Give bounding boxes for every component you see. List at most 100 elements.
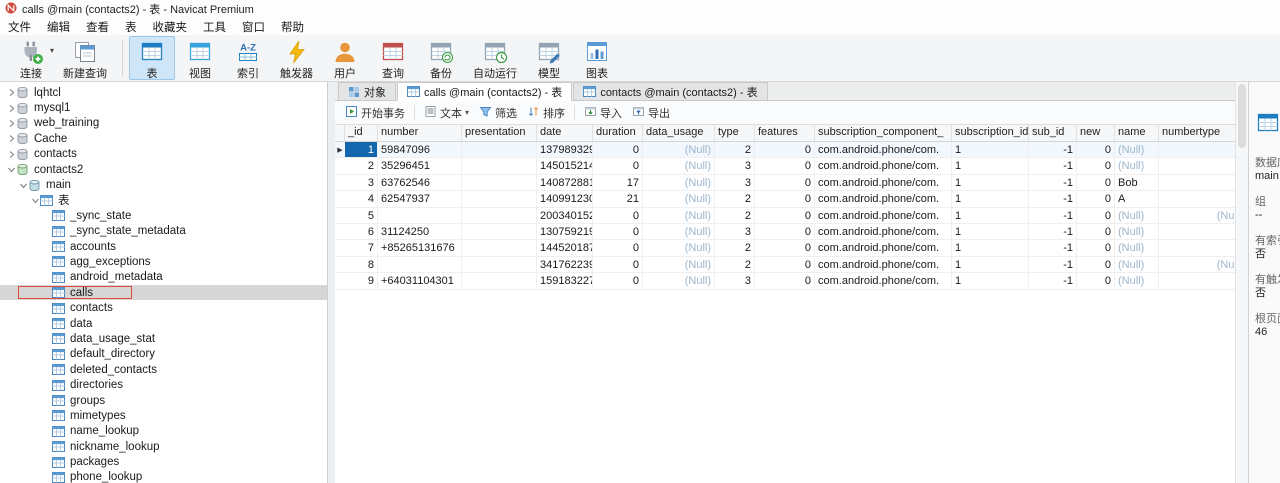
cell-name[interactable]: (Null) [1115,223,1159,240]
table-row[interactable]: 5 200340152 0 (Null) 2 0 com.android.phone/com… [335,207,1235,224]
cell-features[interactable]: 0 [755,158,815,174]
column-header-presentation[interactable]: presentation [462,125,537,141]
cell-type[interactable]: 2 [715,207,755,223]
cell-numbertype[interactable] [1159,142,1235,157]
cell-presentation[interactable] [462,191,537,207]
cell-sub_id[interactable]: -1 [1029,256,1077,273]
tree-item-main[interactable]: main [0,177,327,192]
cell-type[interactable]: 2 [715,142,755,158]
cell-new[interactable]: 0 [1077,256,1115,273]
toolbar-index-button[interactable]: A-Z 索引 [225,36,271,81]
row-selector-cell[interactable] [335,273,345,288]
tree-item-phone_lookup[interactable]: phone_lookup [0,470,327,483]
cell-_id[interactable]: 1 [345,142,378,158]
tree-item-_sync_state_metadata[interactable]: _sync_state_metadata [0,224,327,239]
cell-features[interactable]: 0 [755,142,815,158]
chevron-down-icon[interactable] [6,165,16,174]
tree-item-groups[interactable]: groups [0,393,327,408]
cell-new[interactable]: 0 [1077,240,1115,256]
cell-subscription_id[interactable]: 1 [952,174,1029,191]
chevron-right-icon[interactable] [6,134,16,143]
column-header-date[interactable]: date [537,125,593,141]
column-header-_id[interactable]: _id [345,125,378,141]
column-header-subscription_component_[interactable]: subscription_component_ [815,125,952,141]
cell-new[interactable]: 0 [1077,158,1115,174]
cell-numbertype[interactable] [1159,273,1235,288]
cell-number[interactable] [378,207,462,223]
tree-item-lqhtcl[interactable]: lqhtcl [0,85,327,100]
cell-number[interactable]: 35296451 [378,158,462,174]
cell-date[interactable]: 130759219 [537,223,593,240]
cell-subscription_id[interactable]: 1 [952,207,1029,223]
cell-data_usage[interactable]: (Null) [643,273,715,289]
cell-features[interactable]: 0 [755,256,815,273]
cell-presentation[interactable] [462,207,537,223]
cell-_id[interactable]: 8 [345,256,378,273]
cell-new[interactable]: 0 [1077,273,1115,289]
chevron-right-icon[interactable] [6,88,16,97]
cell-_id[interactable]: 6 [345,223,378,240]
row-selector-cell[interactable] [335,175,345,190]
cell-duration[interactable]: 0 [593,158,643,174]
cell-new[interactable]: 0 [1077,207,1115,223]
column-header-numbertype[interactable]: numbertype [1159,125,1235,141]
cell-features[interactable]: 0 [755,207,815,223]
menu-view[interactable]: 查看 [78,18,117,36]
cell-subscription_id[interactable]: 1 [952,191,1029,207]
toolbar-automation-button[interactable]: 自动运行 [466,36,524,80]
table-row[interactable]: 9 +64031104301 159183227 0 (Null) 3 0 com.andro… [335,273,1235,290]
cell-data_usage[interactable]: (Null) [643,240,715,256]
cell-sub_id[interactable]: -1 [1029,223,1077,240]
cell-sub_id[interactable]: -1 [1029,240,1077,256]
cell-subscription_id[interactable]: 1 [952,240,1029,256]
row-selector-cell[interactable] [335,191,345,206]
column-header-features[interactable]: features [755,125,815,141]
tree-item-directories[interactable]: directories [0,377,327,392]
toolbar-chart-button[interactable]: 图表 [574,36,620,80]
tree-item-default_directory[interactable]: default_directory [0,347,327,362]
grid-vertical-scrollbar[interactable] [1235,82,1248,483]
tree-item-mysql1[interactable]: mysql1 [0,100,327,115]
cell-data_usage[interactable]: (Null) [643,191,715,207]
row-selector-cell[interactable] [335,257,345,272]
table-row[interactable]: 8 341762239 0 (Null) 2 0 com.android.phone/com… [335,256,1235,274]
cell-features[interactable]: 0 [755,174,815,191]
menu-table[interactable]: 表 [117,18,145,36]
cell-data_usage[interactable]: (Null) [643,142,715,158]
cell-subscription_component_[interactable]: com.android.phone/com. [815,240,952,256]
menu-edit[interactable]: 编辑 [39,18,78,36]
cell-data_usage[interactable]: (Null) [643,223,715,240]
cell-subscription_id[interactable]: 1 [952,142,1029,158]
cell-_id[interactable]: 3 [345,174,378,191]
row-selector-cell[interactable] [335,240,345,255]
column-header-duration[interactable]: duration [593,125,643,141]
cell-features[interactable]: 0 [755,240,815,256]
cell-date[interactable]: 200340152 [537,207,593,223]
gridbar-import-button[interactable]: 导入 [579,103,627,123]
tree-item-calls[interactable]: calls [0,285,327,301]
cell-presentation[interactable] [462,256,537,273]
table-row[interactable]: 7 +85265131676 144520187 0 (Null) 2 0 com.andro… [335,240,1235,257]
tree-item-contacts[interactable]: contacts [0,147,327,162]
cell-duration[interactable]: 0 [593,240,643,256]
cell-features[interactable]: 0 [755,273,815,289]
cell-duration[interactable]: 0 [593,273,643,289]
cell-name[interactable]: (Null) [1115,158,1159,174]
cell-number[interactable]: 59847096 [378,142,462,158]
cell-numbertype[interactable]: (Null) [1159,208,1235,223]
cell-subscription_component_[interactable]: com.android.phone/com. [815,207,952,223]
tree-item-deleted_contacts[interactable]: deleted_contacts [0,362,327,377]
cell-number[interactable]: +85265131676 [378,240,462,256]
cell-type[interactable]: 2 [715,191,755,207]
cell-sub_id[interactable]: -1 [1029,174,1077,191]
cell-features[interactable]: 0 [755,191,815,207]
tree-item-data_usage_stat[interactable]: data_usage_stat [0,331,327,346]
cell-name[interactable]: (Null) [1115,207,1159,223]
tree-item-packages[interactable]: packages [0,454,327,469]
cell-duration[interactable]: 21 [593,191,643,207]
tree-item-mimetypes[interactable]: mimetypes [0,408,327,423]
chevron-right-icon[interactable] [6,104,16,113]
toolbar-query-button[interactable]: 查询 [370,36,416,80]
tree-item-agg_exceptions[interactable]: agg_exceptions [0,254,327,269]
cell-presentation[interactable] [462,142,537,158]
